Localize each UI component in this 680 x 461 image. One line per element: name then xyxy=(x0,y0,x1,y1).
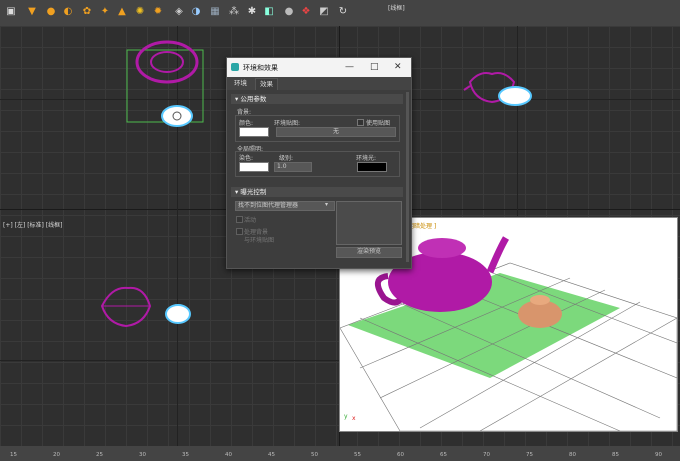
color-label: 颜色: xyxy=(239,120,254,127)
camera-icon[interactable]: ▣ xyxy=(5,6,17,18)
timeline-ruler[interactable]: 15 20 25 30 35 40 45 50 55 60 65 70 75 8… xyxy=(0,446,680,461)
environment-effects-dialog[interactable]: 环境和效果 — □ ✕ 环境 效果 ▾ 公用参数 背景: 颜色: 环境贴图: 使… xyxy=(226,57,412,269)
tab-effects[interactable]: 效果 xyxy=(255,78,278,90)
ruler-tick: 35 xyxy=(182,452,189,458)
sun-icon[interactable]: ◐ xyxy=(62,6,74,18)
dialog-scrollbar[interactable] xyxy=(406,92,409,262)
env-map-button[interactable]: 无 xyxy=(276,127,396,137)
ruler-tick: 30 xyxy=(139,452,146,458)
array-icon[interactable]: ⁂ xyxy=(228,6,240,18)
svg-text:y: y xyxy=(344,413,348,420)
tint-color-swatch[interactable] xyxy=(239,162,269,172)
close-button[interactable]: ✕ xyxy=(394,62,402,72)
top-view-teapots[interactable] xyxy=(125,38,205,138)
svg-text:x: x xyxy=(352,415,356,422)
ambient-color-swatch[interactable] xyxy=(357,162,387,172)
common-params-rollout[interactable]: ▾ 公用参数 xyxy=(231,94,403,104)
ambient-label: 环境光: xyxy=(356,155,377,162)
ruler-tick: 25 xyxy=(96,452,103,458)
spot-light-icon[interactable]: ▼ xyxy=(26,6,38,18)
exposure-preview-box xyxy=(336,201,402,245)
viewport-shading-label[interactable]: [线框] xyxy=(388,3,405,12)
process-background-label-2: 与环境贴图 xyxy=(244,237,275,244)
collapse-icon: ▾ xyxy=(235,188,239,196)
ruler-tick: 40 xyxy=(225,452,232,458)
ruler-tick: 15 xyxy=(10,452,17,458)
skylight-icon[interactable]: ▲ xyxy=(116,6,128,18)
env-map-label: 环境贴图: xyxy=(274,120,301,127)
material-icon[interactable]: ◩ xyxy=(318,6,330,18)
ruler-tick: 85 xyxy=(612,452,619,458)
collapse-icon: ▾ xyxy=(235,95,239,103)
background-color-swatch[interactable] xyxy=(239,127,269,137)
chevron-down-icon[interactable]: ▾ xyxy=(325,201,328,208)
sphere-half-icon[interactable]: ◑ xyxy=(190,6,202,18)
tint-label: 染色: xyxy=(239,155,254,162)
use-map-label: 使用贴图 xyxy=(366,120,391,127)
tab-environment[interactable]: 环境 xyxy=(230,78,251,89)
level-spinner[interactable]: 1.0 xyxy=(274,162,312,172)
sun-ray-icon[interactable]: ✹ xyxy=(152,6,164,18)
direct-light-icon[interactable]: ✦ xyxy=(99,6,111,18)
exposure-type-dropdown[interactable]: 找不到位图代理管理器 xyxy=(235,201,335,211)
grid-axis-v-right xyxy=(517,26,518,216)
sparkle-icon[interactable]: ✺ xyxy=(134,6,146,18)
dialog-tabs: 环境 效果 xyxy=(227,77,411,90)
grid-plane-icon[interactable]: ▦ xyxy=(209,6,221,18)
app-logo-icon xyxy=(231,63,239,71)
ruler-tick: 80 xyxy=(569,452,576,458)
grid-axis-h-bottom xyxy=(0,360,339,361)
sunflower-icon[interactable]: ✿ xyxy=(81,6,93,18)
dialog-title: 环境和效果 xyxy=(243,64,278,72)
omni-light-icon[interactable]: ● xyxy=(45,6,57,18)
grass-icon[interactable]: ✱ xyxy=(246,6,258,18)
refresh-icon[interactable]: ↻ xyxy=(337,6,349,18)
maximize-button[interactable]: □ xyxy=(370,62,379,72)
left-viewport-label[interactable]: [+] [左] [标准] [线框] xyxy=(3,220,62,229)
process-background-checkbox[interactable] xyxy=(236,228,243,235)
ruler-tick: 90 xyxy=(655,452,662,458)
ruler-tick: 55 xyxy=(354,452,361,458)
use-map-checkbox[interactable] xyxy=(357,119,364,126)
ruler-tick: 20 xyxy=(53,452,60,458)
render-preview-button[interactable]: 渲染预览 xyxy=(336,247,402,258)
dialog-titlebar[interactable]: 环境和效果 — □ ✕ xyxy=(227,58,411,77)
common-params-header: 公用参数 xyxy=(240,95,267,103)
minimize-button[interactable]: — xyxy=(345,62,354,72)
main-toolbar: ▣ ▼ ● ◐ ✿ ✦ ▲ ✺ ✹ ◈ ◑ ▦ ⁂ ✱ ◧ ● ❖ ◩ ↻ [线… xyxy=(0,0,680,27)
sphere-gray-icon[interactable]: ● xyxy=(283,6,295,18)
level-label: 级别: xyxy=(279,155,294,162)
active-label: 活动 xyxy=(244,217,257,224)
render-viewport-label[interactable]: 明暗处理 ] xyxy=(408,221,436,230)
modifier-icon[interactable]: ◧ xyxy=(263,6,275,18)
ruler-tick: 65 xyxy=(440,452,447,458)
ruler-tick: 75 xyxy=(526,452,533,458)
active-checkbox[interactable] xyxy=(236,216,243,223)
exposure-control-header: 曝光控制 xyxy=(240,188,267,196)
ruler-tick: 50 xyxy=(311,452,318,458)
left-view-teapots[interactable] xyxy=(98,282,198,332)
exposure-control-rollout[interactable]: ▾ 曝光控制 xyxy=(231,187,403,197)
ruler-tick: 45 xyxy=(268,452,275,458)
front-view-teapots[interactable] xyxy=(460,60,540,110)
ruler-tick: 60 xyxy=(397,452,404,458)
box-icon[interactable]: ◈ xyxy=(173,6,185,18)
ruler-tick: 70 xyxy=(483,452,490,458)
color-palette-icon[interactable]: ❖ xyxy=(300,6,312,18)
